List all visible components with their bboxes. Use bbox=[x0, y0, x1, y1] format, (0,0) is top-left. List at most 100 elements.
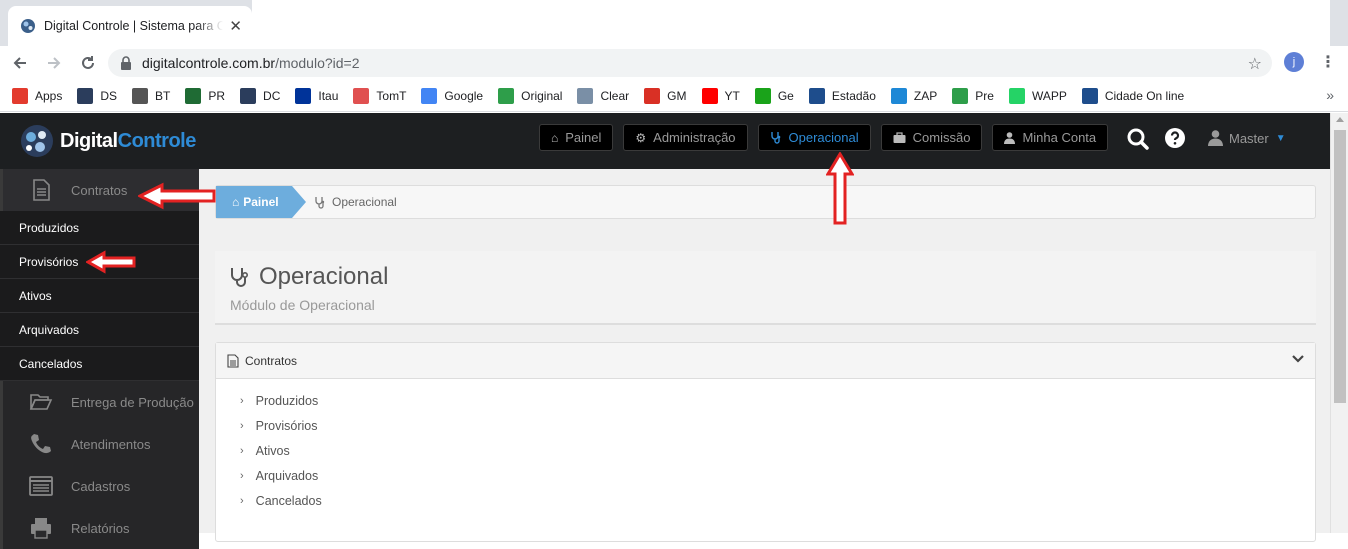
browser-toolbar: digitalcontrole.com.br/modulo?id=2 ☆ j ⋮ bbox=[0, 46, 1348, 80]
folder-open-icon bbox=[29, 394, 53, 410]
gmail-icon bbox=[644, 87, 661, 104]
list-item-provisorios[interactable]: › Provisórios bbox=[240, 413, 1315, 438]
nav-label: Operacional bbox=[788, 130, 859, 145]
sidebar-item-label: Contratos bbox=[71, 182, 128, 198]
bookmark-apps[interactable]: Apps bbox=[12, 87, 63, 104]
itau-icon bbox=[295, 87, 312, 104]
bookmark-label: YT bbox=[724, 88, 740, 103]
page-subtitle: Módulo de Operacional bbox=[230, 297, 375, 313]
forward-button[interactable] bbox=[37, 48, 71, 78]
reload-icon bbox=[82, 56, 94, 69]
chevron-down-icon[interactable] bbox=[1291, 352, 1305, 366]
list-item-produzidos[interactable]: › Produzidos bbox=[240, 388, 1315, 413]
bookmark-label: ZAP bbox=[913, 88, 938, 103]
bookmarks-bar: Apps DS BT PR DC Itau TomT Google Original Clear G… bbox=[0, 80, 1348, 112]
bookmark-bt[interactable]: BT bbox=[132, 87, 170, 104]
sidebar-subitem-provisorios[interactable]: Provisórios bbox=[0, 245, 199, 279]
sidebar-subitem-ativos[interactable]: Ativos bbox=[0, 279, 199, 313]
sidebar-item-relatorios[interactable]: Relatórios bbox=[0, 507, 199, 549]
logo-text-digital: Digital bbox=[60, 129, 118, 152]
nav-administracao-button[interactable]: ⚙ Administração bbox=[623, 124, 748, 151]
bookmark-wapp[interactable]: WAPP bbox=[1008, 87, 1067, 104]
list-window-icon bbox=[29, 476, 53, 496]
search-icon[interactable] bbox=[1126, 127, 1150, 151]
bookmark-label: DS bbox=[100, 88, 118, 103]
bookmark-ds[interactable]: DS bbox=[77, 87, 118, 104]
bookmark-yt[interactable]: YT bbox=[701, 87, 740, 104]
bookmark-star-icon[interactable]: ☆ bbox=[1248, 54, 1262, 74]
bookmark-label: TomT bbox=[376, 88, 407, 103]
browser-menu-icon[interactable]: ⋮ bbox=[1320, 52, 1336, 72]
sidebar-item-atendimentos[interactable]: Atendimentos bbox=[0, 423, 199, 465]
sidebar-subitem-label: Produzidos bbox=[19, 220, 80, 235]
bookmark-pr[interactable]: PR bbox=[185, 87, 225, 104]
nav-comissao-button[interactable]: Comissão bbox=[880, 124, 983, 151]
sidebar-item-entrega-producao[interactable]: Entrega de Produção bbox=[0, 381, 199, 423]
user-menu[interactable]: Master ▼ bbox=[1208, 130, 1286, 146]
list-item-cancelados[interactable]: › Cancelados bbox=[240, 488, 1315, 513]
tab-title: Digital Controle | Sistema para Co bbox=[44, 19, 224, 33]
bookmarks-overflow-icon[interactable]: » bbox=[1326, 87, 1334, 103]
apps-grid-icon bbox=[12, 87, 28, 104]
nav-painel-button[interactable]: ⌂ Painel bbox=[539, 124, 614, 151]
scroll-up-icon[interactable] bbox=[1336, 117, 1344, 122]
panel-list: › Produzidos › Provisórios › Ativos › Arquiv… bbox=[216, 379, 1315, 513]
list-item-arquivados[interactable]: › Arquivados bbox=[240, 463, 1315, 488]
bookmark-gm[interactable]: GM bbox=[644, 87, 687, 104]
list-item-label: Provisórios bbox=[255, 418, 318, 433]
bookmark-original[interactable]: Original bbox=[498, 87, 562, 104]
panel-header[interactable]: Contratos bbox=[216, 343, 1315, 379]
bookmark-label: Itau bbox=[318, 88, 339, 103]
sidebar-subitem-arquivados[interactable]: Arquivados bbox=[0, 313, 199, 347]
bookmark-ge[interactable]: Ge bbox=[754, 87, 794, 104]
scrollbar-thumb[interactable] bbox=[1334, 130, 1346, 403]
bookmark-clear[interactable]: Clear bbox=[577, 87, 629, 104]
bookmark-label: DC bbox=[263, 88, 281, 103]
bookmark-estad-o[interactable]: Estadão bbox=[808, 87, 876, 104]
bookmark-itau[interactable]: Itau bbox=[295, 87, 339, 104]
bookmark-dc[interactable]: DC bbox=[240, 87, 281, 104]
nav-minha-conta-button[interactable]: Minha Conta bbox=[992, 124, 1109, 151]
bookmark-cidade-on-line[interactable]: Cidade On line bbox=[1081, 87, 1185, 104]
sidebar: Contratos Produzidos Provisórios Ativos … bbox=[0, 169, 199, 549]
chevron-right-icon: › bbox=[240, 444, 244, 457]
bookmark-zap[interactable]: ZAP bbox=[890, 87, 938, 104]
sidebar-item-contratos[interactable]: Contratos bbox=[0, 169, 199, 211]
gears-icon: ⚙ bbox=[635, 130, 647, 145]
bookmark-label: Apps bbox=[35, 88, 63, 103]
bookmark-google[interactable]: Google bbox=[421, 87, 484, 104]
sidebar-item-cadastros[interactable]: Cadastros bbox=[0, 465, 199, 507]
zap-icon bbox=[890, 87, 907, 104]
sidebar-subitem-cancelados[interactable]: Cancelados bbox=[0, 347, 199, 381]
browser-tabstrip: Digital Controle | Sistema para Co ✕ bbox=[0, 0, 1348, 46]
back-button[interactable] bbox=[3, 48, 37, 78]
nav-operacional-button[interactable]: Operacional bbox=[757, 124, 871, 151]
help-icon[interactable] bbox=[1164, 127, 1186, 149]
browser-tab[interactable]: Digital Controle | Sistema para Co ✕ bbox=[8, 6, 252, 46]
pr-icon bbox=[185, 87, 202, 104]
tab-close-icon[interactable]: ✕ bbox=[229, 17, 242, 35]
bookmark-tomt[interactable]: TomT bbox=[353, 87, 407, 104]
ds-icon bbox=[77, 87, 94, 104]
sidebar-item-label: Cadastros bbox=[71, 478, 131, 494]
breadcrumb-arrow bbox=[292, 186, 306, 218]
chevron-right-icon: › bbox=[240, 419, 244, 432]
tomt-icon bbox=[353, 87, 370, 104]
list-item-label: Produzidos bbox=[255, 393, 319, 408]
chevron-right-icon: › bbox=[240, 469, 244, 482]
url-host: digitalcontrole.com.br bbox=[142, 55, 276, 71]
caret-down-icon: ▼ bbox=[1275, 132, 1286, 144]
app-logo[interactable]: DigitalControle bbox=[18, 123, 196, 159]
sidebar-subitem-label: Provisórios bbox=[19, 254, 79, 269]
bookmark-label: Cidade On line bbox=[1104, 88, 1185, 103]
profile-avatar[interactable]: j bbox=[1284, 52, 1304, 72]
bookmark-pre[interactable]: Pre bbox=[952, 87, 994, 104]
reload-button[interactable] bbox=[71, 48, 105, 78]
bookmark-label: Google bbox=[444, 88, 484, 103]
chevron-right-icon: › bbox=[240, 394, 244, 407]
list-item-ativos[interactable]: › Ativos bbox=[240, 438, 1315, 463]
address-bar[interactable]: digitalcontrole.com.br/modulo?id=2 ☆ bbox=[108, 49, 1272, 77]
breadcrumb-home-link[interactable]: ⌂ Painel bbox=[216, 186, 292, 218]
vertical-scrollbar[interactable] bbox=[1330, 113, 1348, 533]
sidebar-subitem-produzidos[interactable]: Produzidos bbox=[0, 211, 199, 245]
